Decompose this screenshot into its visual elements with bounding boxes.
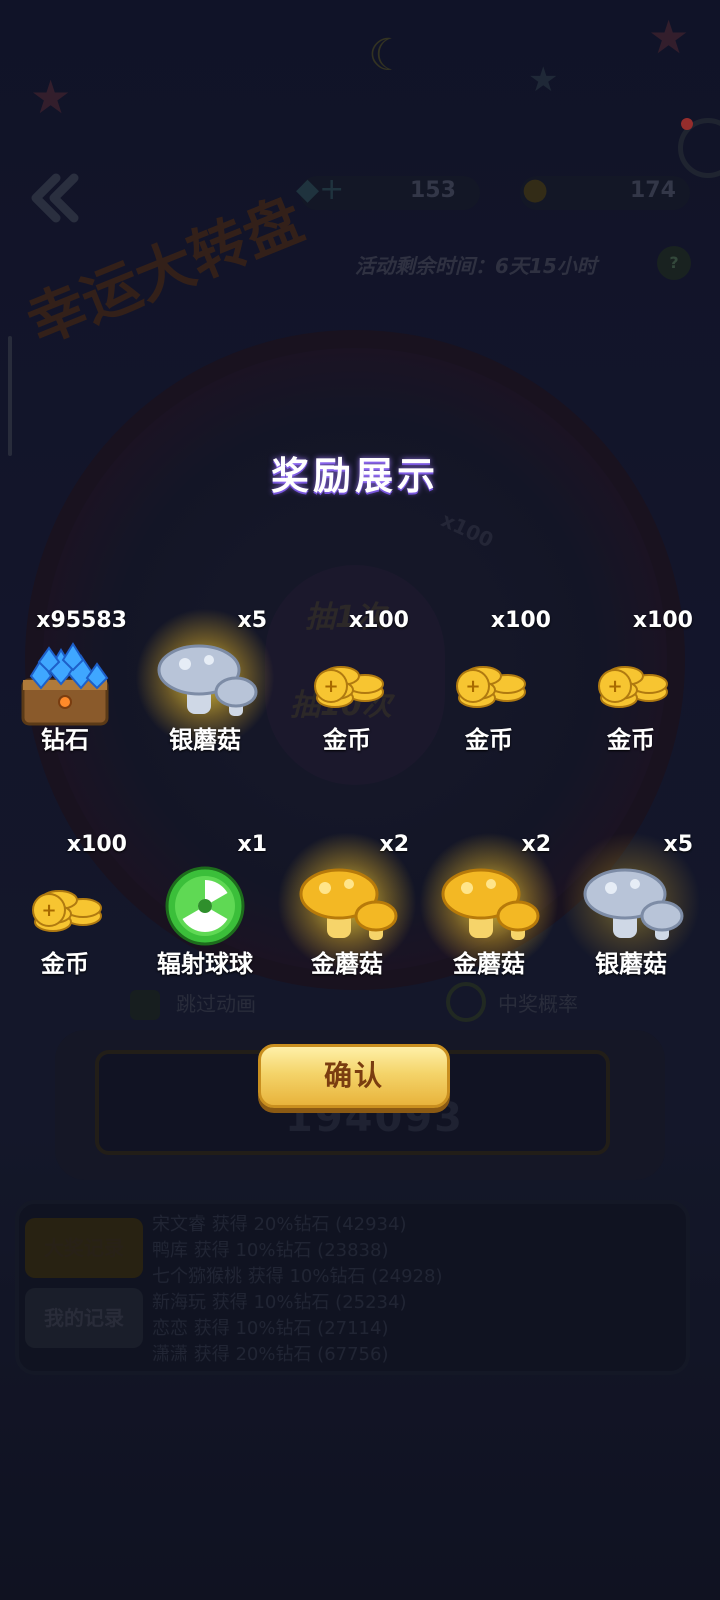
reward-name: 钻石 [41, 726, 89, 754]
gold-coin-icon: + [598, 666, 668, 708]
reward-name: 金蘑菇 [311, 950, 383, 978]
reward-item-gold-mushroom: x2 金蘑菇 [419, 832, 559, 1032]
reward-dialog-title: 奖励展示 [270, 454, 439, 498]
reward-item-gold-coin: x100 + 金币 [277, 608, 417, 808]
svg-text:+: + [607, 676, 622, 697]
reward-item-silver-mushroom: x5 银蘑菇 [561, 832, 701, 1032]
reward-item-gold-coin: x100 + 金币 [419, 608, 559, 808]
reward-item-gold-coin: x100 + 金币 [561, 608, 701, 808]
reward-item-silver-mushroom: x5 银蘑菇 [135, 608, 275, 808]
svg-text:+: + [41, 900, 56, 921]
reward-item-diamond: x95583 钻石 [0, 608, 135, 808]
confirm-button[interactable]: 确认 [258, 1044, 450, 1108]
reward-name: 金币 [465, 726, 513, 754]
silver-mushroom-icon [583, 868, 684, 940]
reward-item-radiation-ball: x1 辐射球球 [135, 832, 275, 1032]
reward-item-gold-coin: x100 + 金币 [0, 832, 135, 1032]
reward-name: 金蘑菇 [453, 950, 525, 978]
gold-mushroom-icon [441, 868, 540, 940]
svg-text:+: + [323, 676, 338, 697]
reward-name: 金币 [323, 726, 371, 754]
reward-name: 银蘑菇 [595, 950, 667, 978]
gold-coin-icon: + [314, 666, 384, 708]
gold-coin-icon: + [456, 666, 526, 708]
reward-item-gold-mushroom: x2 金蘑菇 [277, 832, 417, 1032]
silver-mushroom-icon [157, 644, 258, 716]
reward-name: 辐射球球 [157, 950, 253, 978]
radiation-ball-icon [165, 866, 245, 946]
diamond-chest-icon [21, 642, 109, 726]
reward-name: 银蘑菇 [169, 726, 241, 754]
reward-name: 金币 [41, 950, 89, 978]
gold-mushroom-icon [299, 868, 398, 940]
svg-text:+: + [465, 676, 480, 697]
reward-name: 金币 [607, 726, 655, 754]
gold-coin-icon: + [32, 890, 102, 932]
